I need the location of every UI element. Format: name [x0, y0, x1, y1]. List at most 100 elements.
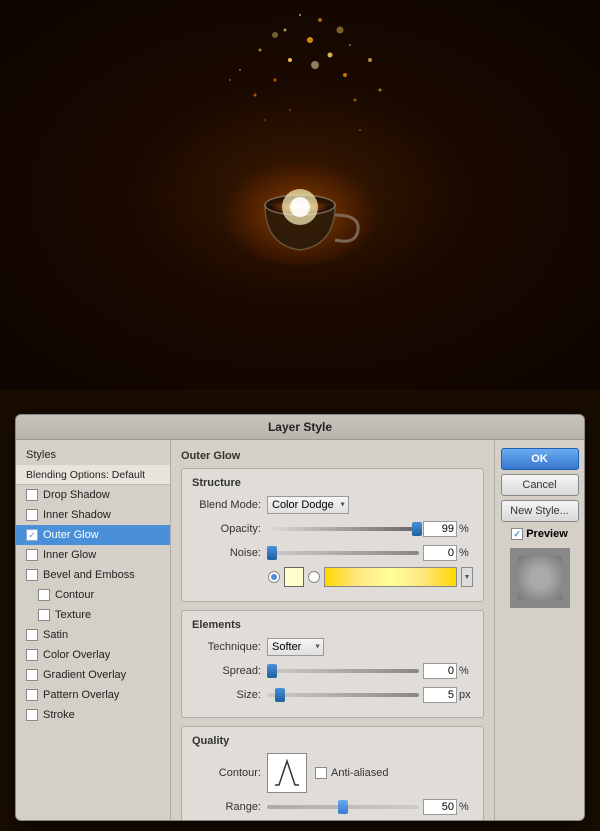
inner-shadow-checkbox[interactable]	[26, 509, 38, 521]
ok-button[interactable]: OK	[501, 448, 579, 470]
outer-glow-checkbox[interactable]	[26, 529, 38, 541]
gradient-overlay-label: Gradient Overlay	[43, 669, 126, 681]
pattern-overlay-label: Pattern Overlay	[43, 689, 119, 701]
anti-aliased-checkbox[interactable]	[315, 767, 327, 779]
sidebar-item-gradient-overlay[interactable]: Gradient Overlay	[16, 665, 170, 685]
radio-color[interactable]	[268, 571, 280, 583]
canvas-area	[0, 0, 600, 390]
spread-slider-track[interactable]	[267, 669, 419, 673]
new-style-button[interactable]: New Style...	[501, 500, 579, 522]
sidebar-item-bevel-emboss[interactable]: Bevel and Emboss	[16, 565, 170, 585]
stroke-label: Stroke	[43, 709, 75, 721]
preview-thumbnail	[510, 548, 570, 608]
sidebar-item-inner-shadow[interactable]: Inner Shadow	[16, 505, 170, 525]
satin-label: Satin	[43, 629, 68, 641]
technique-row: Technique: Softer Precise	[192, 637, 473, 657]
satin-checkbox[interactable]	[26, 629, 38, 641]
noise-label: Noise:	[192, 547, 267, 559]
anti-aliased-text: Anti-aliased	[331, 767, 388, 779]
elements-panel: Elements Technique: Softer Precise	[181, 610, 484, 718]
noise-input[interactable]	[423, 545, 457, 561]
sidebar-item-color-overlay[interactable]: Color Overlay	[16, 645, 170, 665]
opacity-slider-thumb[interactable]	[412, 522, 422, 536]
pattern-overlay-checkbox[interactable]	[26, 689, 38, 701]
gradient-arrow[interactable]: ▼	[461, 567, 473, 587]
technique-label: Technique:	[192, 641, 267, 653]
gradient-overlay-checkbox[interactable]	[26, 669, 38, 681]
noise-unit: %	[459, 547, 473, 559]
blend-mode-row: Blend Mode: Color Dodge Normal Screen Mu…	[192, 495, 473, 515]
technique-select[interactable]: Softer Precise	[267, 638, 324, 656]
sidebar-item-styles[interactable]: Styles	[16, 445, 170, 465]
sidebar-item-outer-glow[interactable]: Outer Glow	[16, 525, 170, 545]
sidebar-item-inner-glow[interactable]: Inner Glow	[16, 545, 170, 565]
sidebar-item-texture[interactable]: Texture	[16, 605, 170, 625]
spread-label: Spread:	[192, 665, 267, 677]
color-swatch[interactable]	[284, 567, 304, 587]
styles-label: Styles	[26, 449, 56, 461]
texture-checkbox[interactable]	[38, 609, 50, 621]
cup-svg	[200, 95, 400, 295]
structure-title: Structure	[192, 477, 473, 489]
size-label: Size:	[192, 689, 267, 701]
structure-panel: Structure Blend Mode: Color Dodge Normal…	[181, 468, 484, 602]
preview-label: Preview	[526, 528, 568, 540]
size-unit: px	[459, 689, 473, 701]
contour-sidebar-checkbox[interactable]	[38, 589, 50, 601]
range-label: Range:	[192, 801, 267, 813]
contour-row: Contour: Anti-aliased	[192, 753, 473, 793]
inner-glow-label: Inner Glow	[43, 549, 96, 561]
bevel-emboss-checkbox[interactable]	[26, 569, 38, 581]
main-content: Outer Glow Structure Blend Mode: Color D…	[171, 440, 494, 820]
color-swatch-row: ▼	[268, 567, 473, 587]
spread-slider-thumb[interactable]	[267, 664, 277, 678]
gradient-bar[interactable]	[324, 567, 457, 587]
size-slider-track[interactable]	[267, 693, 419, 697]
noise-slider-thumb[interactable]	[267, 546, 277, 560]
contour-preview[interactable]	[267, 753, 307, 793]
outer-glow-label: Outer Glow	[43, 529, 99, 541]
preview-checkbox-row[interactable]: Preview	[511, 528, 568, 540]
radio-gradient[interactable]	[308, 571, 320, 583]
size-row: Size: px	[192, 685, 473, 705]
size-input[interactable]	[423, 687, 457, 703]
preview-checkbox-box[interactable]	[511, 528, 523, 540]
dialog-overlay: Layer Style Styles Blending Options: Def…	[0, 371, 600, 831]
texture-label: Texture	[55, 609, 91, 621]
opacity-slider-track[interactable]	[267, 527, 419, 531]
opacity-input[interactable]	[423, 521, 457, 537]
noise-row: Noise: %	[192, 543, 473, 563]
range-slider-track[interactable]	[267, 805, 419, 809]
spread-input[interactable]	[423, 663, 457, 679]
sidebar: Styles Blending Options: Default Drop Sh…	[16, 440, 171, 820]
blend-mode-dropdown-wrapper: Color Dodge Normal Screen Multiply	[267, 496, 349, 514]
anti-aliased-label[interactable]: Anti-aliased	[315, 767, 388, 779]
drop-shadow-checkbox[interactable]	[26, 489, 38, 501]
sidebar-item-contour[interactable]: Contour	[16, 585, 170, 605]
inner-glow-checkbox[interactable]	[26, 549, 38, 561]
inner-shadow-label: Inner Shadow	[43, 509, 111, 521]
noise-slider-track[interactable]	[267, 551, 419, 555]
opacity-label: Opacity:	[192, 523, 267, 535]
quality-title: Quality	[192, 735, 473, 747]
range-slider-thumb[interactable]	[338, 800, 348, 814]
cancel-button[interactable]: Cancel	[501, 474, 579, 496]
stroke-checkbox[interactable]	[26, 709, 38, 721]
sidebar-item-stroke[interactable]: Stroke	[16, 705, 170, 725]
sidebar-item-drop-shadow[interactable]: Drop Shadow	[16, 485, 170, 505]
spread-unit: %	[459, 665, 473, 677]
technique-dropdown-wrapper: Softer Precise	[267, 638, 324, 656]
sidebar-item-satin[interactable]: Satin	[16, 625, 170, 645]
dialog-title: Layer Style	[16, 415, 584, 440]
opacity-row: Opacity: %	[192, 519, 473, 539]
sidebar-item-blending-options[interactable]: Blending Options: Default	[16, 465, 170, 485]
right-panel: OK Cancel New Style... Preview	[494, 440, 584, 820]
sidebar-item-pattern-overlay[interactable]: Pattern Overlay	[16, 685, 170, 705]
bevel-emboss-label: Bevel and Emboss	[43, 569, 135, 581]
range-unit: %	[459, 801, 473, 813]
blend-mode-select[interactable]: Color Dodge Normal Screen Multiply	[267, 496, 349, 514]
range-input[interactable]	[423, 799, 457, 815]
size-slider-thumb[interactable]	[275, 688, 285, 702]
color-overlay-checkbox[interactable]	[26, 649, 38, 661]
cup-illustration	[200, 95, 400, 295]
